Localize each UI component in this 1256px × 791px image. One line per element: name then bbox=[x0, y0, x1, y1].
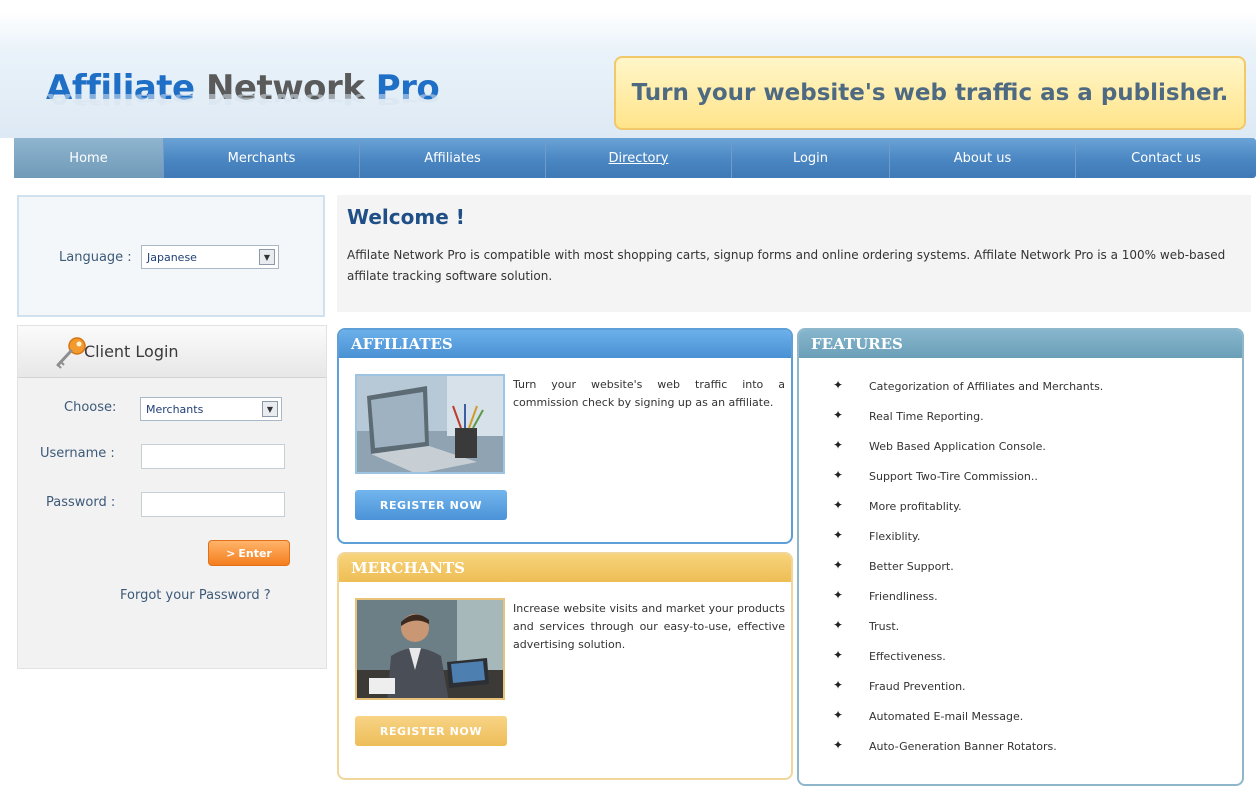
nav-affiliates-label: Affiliates bbox=[424, 150, 481, 166]
feature-text: Support Two-Tire Commission.. bbox=[869, 470, 1038, 483]
bullet-icon: ✦ bbox=[833, 408, 844, 422]
feature-item: ✦ Support Two-Tire Commission.. bbox=[829, 468, 1103, 500]
feature-item: ✦ Web Based Application Console. bbox=[829, 438, 1103, 470]
feature-item: ✦ More profitablity. bbox=[829, 498, 1103, 530]
bullet-icon: ✦ bbox=[833, 528, 844, 542]
nav-about-us[interactable]: About us bbox=[890, 138, 1076, 178]
feature-text: Effectiveness. bbox=[869, 650, 946, 663]
feature-text: Categorization of Affiliates and Merchan… bbox=[869, 380, 1104, 393]
nav-home-label: Home bbox=[69, 150, 108, 166]
bullet-icon: ✦ bbox=[833, 378, 844, 392]
features-panel-title: FEATURES bbox=[799, 330, 1242, 358]
feature-text: Flexiblity. bbox=[869, 530, 921, 543]
affiliates-laptop-image bbox=[355, 374, 505, 474]
nav-merchants-label: Merchants bbox=[227, 150, 296, 166]
feature-text: Auto-Generation Banner Rotators. bbox=[869, 740, 1057, 753]
feature-text: More profitablity. bbox=[869, 500, 962, 513]
nav-login[interactable]: Login bbox=[732, 138, 890, 178]
bullet-icon: ✦ bbox=[833, 438, 844, 452]
feature-item: ✦ Flexiblity. bbox=[829, 528, 1103, 560]
feature-text: Trust. bbox=[869, 620, 900, 633]
enter-button[interactable]: > Enter bbox=[208, 540, 290, 566]
affiliates-panel-title: AFFILIATES bbox=[339, 330, 791, 358]
features-list: ✦ Categorization of Affiliates and Mercha… bbox=[829, 378, 1104, 770]
key-icon bbox=[56, 337, 86, 369]
choose-label: Choose: bbox=[64, 400, 117, 415]
bullet-icon: ✦ bbox=[833, 588, 844, 602]
nav-about-us-label: About us bbox=[953, 150, 1012, 166]
nav-home[interactable]: Home bbox=[14, 138, 164, 178]
feature-item: ✦ Effectiveness. bbox=[829, 648, 1103, 680]
feature-text: Fraud Prevention. bbox=[869, 680, 966, 693]
welcome-title: Welcome ! bbox=[347, 205, 465, 229]
affiliates-register-button[interactable]: REGISTER NOW bbox=[355, 490, 507, 520]
nav-directory[interactable]: Directory bbox=[546, 138, 732, 178]
feature-item: ✦ Auto-Generation Banner Rotators. bbox=[829, 738, 1103, 770]
bullet-icon: ✦ bbox=[833, 678, 844, 692]
bullet-icon: ✦ bbox=[833, 468, 844, 482]
main-nav: Home Merchants Affiliates Directory Logi… bbox=[14, 138, 1256, 178]
feature-text: Better Support. bbox=[869, 560, 954, 573]
nav-affiliates[interactable]: Affiliates bbox=[360, 138, 546, 178]
page-header: Affiliate Network Pro Affiliate Network … bbox=[0, 0, 1256, 138]
feature-item: ✦ Fraud Prevention. bbox=[829, 678, 1103, 710]
tagline-banner: Turn your website's web traffic as a pub… bbox=[614, 56, 1246, 130]
choose-select-value: Merchants bbox=[146, 403, 204, 416]
bullet-icon: ✦ bbox=[833, 618, 844, 632]
chevron-down-icon[interactable]: ▼ bbox=[262, 401, 278, 417]
nav-merchants[interactable]: Merchants bbox=[164, 138, 360, 178]
feature-item: ✦ Friendliness. bbox=[829, 588, 1103, 620]
feature-item: ✦ Real Time Reporting. bbox=[829, 408, 1103, 440]
feature-text: Friendliness. bbox=[869, 590, 938, 603]
language-select[interactable]: Japanese ▼ bbox=[141, 245, 279, 269]
affiliates-text: Turn your website's web traffic into a c… bbox=[513, 378, 785, 409]
bullet-icon: ✦ bbox=[833, 738, 844, 752]
logo-reflection: Affiliate Network Pro bbox=[46, 90, 440, 108]
feature-item: ✦ Trust. bbox=[829, 618, 1103, 650]
language-label: Language : bbox=[59, 250, 132, 265]
feature-item: ✦ Categorization of Affiliates and Mercha… bbox=[829, 378, 1104, 410]
bullet-icon: ✦ bbox=[833, 648, 844, 662]
feature-item: ✦ Better Support. bbox=[829, 558, 1103, 590]
forgot-password-link[interactable]: Forgot your Password ? bbox=[120, 588, 271, 603]
client-login-header: Client Login bbox=[18, 326, 326, 378]
feature-item: ✦ Automated E-mail Message. bbox=[829, 708, 1103, 740]
chevron-down-icon[interactable]: ▼ bbox=[259, 249, 275, 265]
feature-text: Web Based Application Console. bbox=[869, 440, 1046, 453]
merchants-businessman-image bbox=[355, 598, 505, 700]
merchants-panel-title: MERCHANTS bbox=[339, 554, 791, 582]
nav-directory-label: Directory bbox=[608, 150, 669, 166]
username-label: Username : bbox=[40, 446, 115, 461]
nav-contact-us-label: Contact us bbox=[1131, 150, 1201, 166]
client-login-title: Client Login bbox=[84, 342, 179, 361]
merchants-panel: MERCHANTS Increase website visits and ma… bbox=[337, 552, 793, 780]
nav-login-label: Login bbox=[792, 150, 829, 166]
bullet-icon: ✦ bbox=[833, 498, 844, 512]
features-panel: FEATURES ✦ Categorization of Affiliates a… bbox=[797, 328, 1244, 786]
merchants-text: Increase website visits and market your … bbox=[513, 602, 785, 651]
nav-contact-us[interactable]: Contact us bbox=[1076, 138, 1256, 178]
username-input[interactable] bbox=[141, 444, 285, 469]
affiliates-panel: AFFILIATES Turn your website's web traff… bbox=[337, 328, 793, 544]
choose-select[interactable]: Merchants ▼ bbox=[140, 397, 282, 421]
password-input[interactable] bbox=[141, 492, 285, 517]
feature-text: Automated E-mail Message. bbox=[869, 710, 1024, 723]
welcome-section: Welcome ! Affilate Network Pro is compat… bbox=[337, 195, 1251, 312]
language-box: Language : Japanese ▼ bbox=[17, 195, 325, 317]
bullet-icon: ✦ bbox=[833, 558, 844, 572]
merchants-register-button[interactable]: REGISTER NOW bbox=[355, 716, 507, 746]
bullet-icon: ✦ bbox=[833, 708, 844, 722]
password-label: Password : bbox=[46, 495, 116, 510]
welcome-text: Affilate Network Pro is compatible with … bbox=[347, 248, 1226, 283]
feature-text: Real Time Reporting. bbox=[869, 410, 984, 423]
enter-button-label: Enter bbox=[238, 546, 272, 560]
enter-arrow-icon: > bbox=[226, 546, 236, 560]
language-select-value: Japanese bbox=[147, 251, 197, 264]
